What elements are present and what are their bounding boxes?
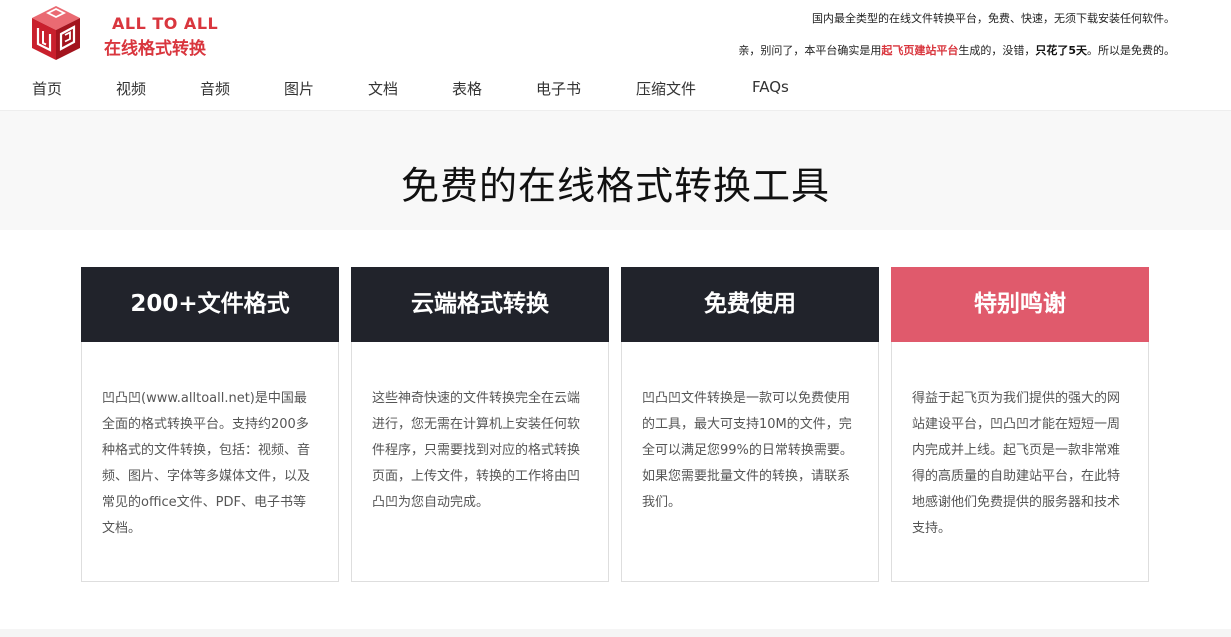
brand-en: ALL TO ALL xyxy=(112,14,219,33)
nav-item-home[interactable]: 首页 xyxy=(32,78,62,99)
card-text: 凹凸凹(www.alltoall.net)是中国最全面的格式转换平台。支持约20… xyxy=(102,391,311,536)
nav-item-spreadsheet[interactable]: 表格 xyxy=(452,78,482,99)
card-text: 得益于起飞页为我们提供的强大的网站建设平台，凹凸凹才能在短短一周内完成并上线。起… xyxy=(912,391,1121,536)
card-text: 凹凸凹文件转换是一款可以免费使用的工具，最大可支持10M的文件，完全可以满足您9… xyxy=(642,391,853,510)
nav-item-ebook[interactable]: 电子书 xyxy=(536,78,581,99)
nav-item-audio[interactable]: 音频 xyxy=(200,78,230,99)
site-header: ALL TO ALL 在线格式转换 国内最全类型的在线文件转换平台，免费、快速，… xyxy=(0,0,1231,111)
feature-cards: 200+文件格式 凹凸凹(www.alltoall.net)是中国最全面的格式转… xyxy=(0,230,1231,582)
page-footer-edge xyxy=(0,629,1231,637)
logo-icon[interactable] xyxy=(30,4,82,62)
top-note-line1: 国内最全类型的在线文件转换平台，免费、快速，无须下载安装任何软件。 xyxy=(812,12,1175,25)
nav-item-faqs[interactable]: FAQs xyxy=(752,78,789,96)
note-text-b: 生成的，没错， xyxy=(958,44,1036,57)
card-title: 云端格式转换 xyxy=(351,267,609,342)
note-text-c: 。所以是免费的。 xyxy=(1087,44,1175,57)
nav-item-video[interactable]: 视频 xyxy=(116,78,146,99)
card-title: 特别鸣谢 xyxy=(891,267,1149,342)
feature-card-thanks: 特别鸣谢 得益于起飞页为我们提供的强大的网站建设平台，凹凸凹才能在短短一周内完成… xyxy=(891,267,1149,582)
nav-item-archive[interactable]: 压缩文件 xyxy=(636,78,696,99)
card-title: 200+文件格式 xyxy=(81,267,339,342)
feature-card-free: 免费使用 凹凸凹文件转换是一款可以免费使用的工具，最大可支持10M的文件，完全可… xyxy=(621,267,879,582)
feature-card-formats: 200+文件格式 凹凸凹(www.alltoall.net)是中国最全面的格式转… xyxy=(81,267,339,582)
card-title: 免费使用 xyxy=(621,267,879,342)
builder-link[interactable]: 起飞页建站平台 xyxy=(881,44,958,57)
note-bold: 只花了5天 xyxy=(1035,44,1087,57)
hero-section: 免费的在线格式转换工具 xyxy=(0,111,1231,230)
main-nav: 首页 视频 音频 图片 文档 表格 电子书 压缩文件 FAQs xyxy=(0,78,900,104)
note-text-a: 亲，别问了，本平台确实是用 xyxy=(738,44,882,57)
brand-name[interactable]: ALL TO ALL 在线格式转换 xyxy=(104,14,218,59)
nav-item-document[interactable]: 文档 xyxy=(368,78,398,99)
card-text: 这些神奇快速的文件转换完全在云端进行，您无需在计算机上安装任何软件程序，只需要找… xyxy=(372,391,581,510)
hero-title: 免费的在线格式转换工具 xyxy=(400,164,830,208)
top-note-line2: 亲，别问了，本平台确实是用起飞页建站平台生成的，没错，只花了5天。所以是免费的。 xyxy=(738,42,1175,58)
feature-card-cloud: 云端格式转换 这些神奇快速的文件转换完全在云端进行，您无需在计算机上安装任何软件… xyxy=(351,267,609,582)
nav-item-image[interactable]: 图片 xyxy=(284,78,314,99)
brand-cn: 在线格式转换 xyxy=(104,39,206,59)
